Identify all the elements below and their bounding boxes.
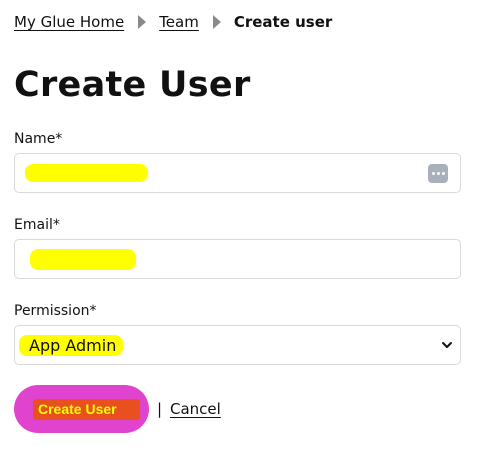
permission-select[interactable]: App Admin	[14, 325, 461, 365]
name-label: Name*	[14, 131, 63, 147]
permission-label: Permission*	[14, 303, 97, 319]
permission-selected-value: App Admin	[29, 336, 117, 355]
breadcrumb-current: Create user	[233, 13, 333, 31]
cancel-link[interactable]: Cancel	[170, 400, 221, 418]
password-manager-icon[interactable]	[428, 164, 448, 183]
email-label: Email*	[14, 217, 60, 233]
breadcrumb-home-link[interactable]: My Glue Home	[14, 13, 124, 31]
breadcrumb: My Glue Home Team Create user	[14, 11, 332, 33]
chevron-right-icon	[212, 15, 221, 29]
email-redaction-highlight	[30, 249, 136, 270]
name-redaction-highlight	[25, 164, 148, 182]
email-input[interactable]	[14, 239, 461, 279]
breadcrumb-team-link[interactable]: Team	[159, 13, 199, 31]
actions-separator: |	[157, 400, 163, 418]
create-user-button-label: Create User	[38, 401, 117, 417]
chevron-down-icon	[442, 342, 452, 348]
create-user-button[interactable]: Create User	[14, 385, 149, 433]
name-input[interactable]	[14, 153, 461, 193]
chevron-right-icon	[138, 15, 147, 29]
page-title: Create User	[14, 65, 251, 105]
